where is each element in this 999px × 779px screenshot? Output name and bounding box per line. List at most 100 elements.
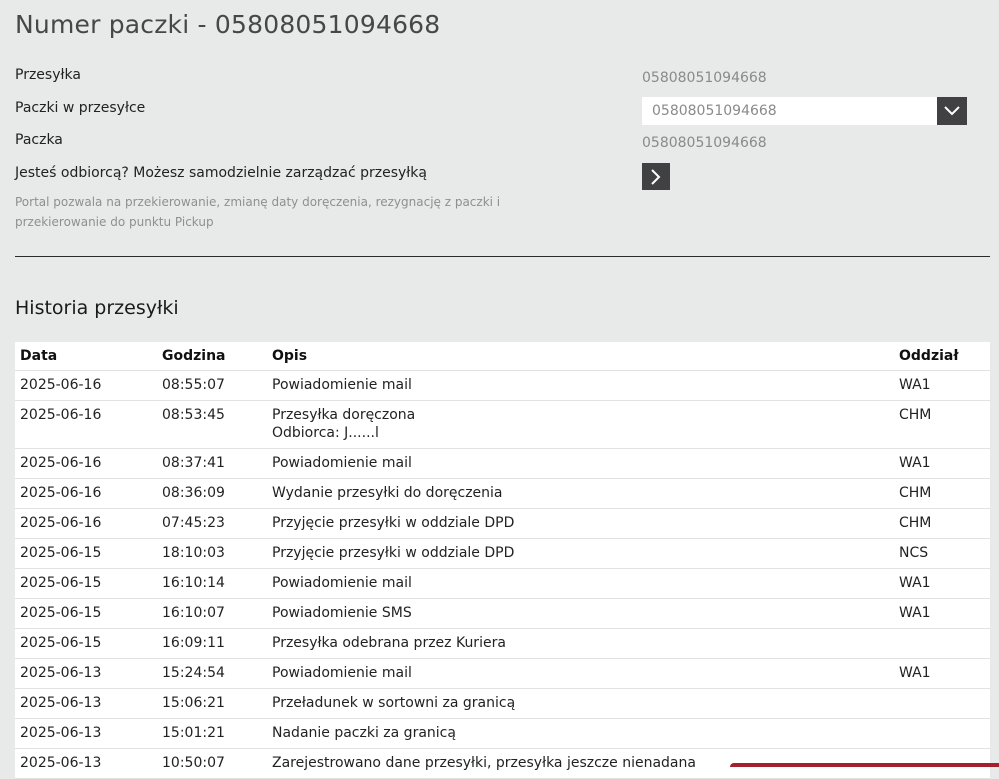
cell-desc-text: Powiadomienie mail <box>272 665 412 681</box>
cell-date: 2025-06-15 <box>15 538 157 569</box>
cell-time-text: 08:36:09 <box>162 485 225 501</box>
cell-branch-text: NCS <box>899 545 929 561</box>
cell-desc: Przesyłka odebrana przez Kuriera <box>267 628 894 659</box>
table-row: 2025-06-16 07:45:23 Przyjęcie przesyłki w … <box>15 508 990 539</box>
cell-date: 2025-06-13 <box>15 748 157 779</box>
cell-date-text: 2025-06-16 <box>20 455 102 471</box>
table-row: 2025-06-13 15:06:21 Przeładunek w sortowni… <box>15 688 990 719</box>
manage-shipment-button[interactable] <box>642 163 670 190</box>
column-header-desc: Opis <box>267 342 894 371</box>
divider <box>15 256 990 257</box>
cell-branch-text: WA1 <box>899 377 931 393</box>
cell-desc-text: Przyjęcie przesyłki w oddziale DPD <box>272 545 515 561</box>
cell-desc: Powiadomienie mail <box>267 658 894 689</box>
cell-date: 2025-06-15 <box>15 628 157 659</box>
cell-date-text: 2025-06-13 <box>20 755 102 771</box>
cell-desc: Powiadomienie SMS <box>267 598 894 629</box>
cell-date: 2025-06-16 <box>15 448 157 479</box>
cell-desc: Przeładunek w sortowni za granicą <box>267 688 894 719</box>
cell-date-text: 2025-06-13 <box>20 695 102 711</box>
cell-branch <box>894 718 990 749</box>
cell-time: 16:10:14 <box>157 568 267 599</box>
cell-date-text: 2025-06-16 <box>20 485 102 501</box>
cell-desc-recipient: Odbiorca: J......l <box>272 425 379 441</box>
parcels-select-toggle[interactable] <box>937 97 967 125</box>
cell-date-text: 2025-06-16 <box>20 407 102 423</box>
cell-desc-text: Powiadomienie mail <box>272 455 412 471</box>
cell-branch-text: CHM <box>899 485 932 501</box>
cell-branch: CHM <box>894 400 990 449</box>
cell-date-text: 2025-06-15 <box>20 575 102 591</box>
column-header-date: Data <box>15 342 157 371</box>
cell-desc-text: Powiadomienie mail <box>272 575 412 591</box>
cell-date-text: 2025-06-16 <box>20 515 102 531</box>
cell-branch-text: CHM <box>899 407 932 423</box>
cell-branch: WA1 <box>894 568 990 599</box>
cell-branch: CHM <box>894 508 990 539</box>
cell-desc-text: Powiadomienie SMS <box>272 605 412 621</box>
cell-time-text: 15:06:21 <box>162 695 225 711</box>
cell-desc: Powiadomienie mail <box>267 568 894 599</box>
cell-date: 2025-06-13 <box>15 688 157 719</box>
cell-time: 08:53:45 <box>157 400 267 449</box>
cell-time: 15:06:21 <box>157 688 267 719</box>
cell-date: 2025-06-15 <box>15 598 157 629</box>
recipient-label: Jesteś odbiorcą? Możesz samodzielnie zar… <box>15 165 427 181</box>
parcels-select-value: 05808051094668 <box>652 103 777 119</box>
cell-time-text: 16:10:14 <box>162 575 225 591</box>
cell-desc: Przyjęcie przesyłki w oddziale DPD <box>267 538 894 569</box>
cell-branch-text: WA1 <box>899 455 931 471</box>
cell-time: 16:09:11 <box>157 628 267 659</box>
table-row: 2025-06-15 16:10:07 Powiadomienie SMS WA1 <box>15 598 990 629</box>
table-row: 2025-06-15 18:10:03 Przyjęcie przesyłki w … <box>15 538 990 569</box>
cell-date-text: 2025-06-13 <box>20 725 102 741</box>
cell-desc-text: Przesyłka odebrana przez Kuriera <box>272 635 506 651</box>
table-row: 2025-06-16 08:36:09 Wydanie przesyłki do d… <box>15 478 990 509</box>
cell-date: 2025-06-16 <box>15 400 157 449</box>
cell-branch-text: WA1 <box>899 665 931 681</box>
cell-desc-text: Przyjęcie przesyłki w oddziale DPD <box>272 515 515 531</box>
cell-branch: CHM <box>894 478 990 509</box>
cell-time: 15:01:21 <box>157 718 267 749</box>
history-title: Historia przesyłki <box>15 297 179 319</box>
cell-desc: Wydanie przesyłki do doręczenia <box>267 478 894 509</box>
cell-desc-text: Przesyłka doręczona <box>272 407 416 423</box>
cell-time: 07:45:23 <box>157 508 267 539</box>
cell-time: 10:50:07 <box>157 748 267 779</box>
cell-date: 2025-06-13 <box>15 718 157 749</box>
cell-branch-text: CHM <box>899 515 932 531</box>
cell-date-text: 2025-06-15 <box>20 635 102 651</box>
cell-desc: Powiadomienie mail <box>267 370 894 401</box>
cell-date-text: 2025-06-13 <box>20 665 102 681</box>
cell-desc-text: Wydanie przesyłki do doręczenia <box>272 485 503 501</box>
cell-time: 08:55:07 <box>157 370 267 401</box>
cell-branch: WA1 <box>894 658 990 689</box>
cell-branch: WA1 <box>894 448 990 479</box>
cell-date-text: 2025-06-15 <box>20 545 102 561</box>
cell-date: 2025-06-13 <box>15 658 157 689</box>
shipment-label: Przesyłka <box>15 67 81 83</box>
chevron-down-icon <box>944 106 960 116</box>
cell-branch: NCS <box>894 538 990 569</box>
history-body: 2025-06-16 08:55:07 Powiadomienie mail WA1 2… <box>15 370 990 779</box>
parcel-value: 05808051094668 <box>642 135 767 151</box>
cell-desc-text: Przeładunek w sortowni za granicą <box>272 695 516 711</box>
bottom-accent-bar <box>730 763 999 767</box>
table-row: 2025-06-15 16:09:11 Przesyłka odebrana prz… <box>15 628 990 659</box>
column-header-branch: Oddział <box>894 342 990 371</box>
table-row: 2025-06-13 15:24:54 Powiadomienie mail WA1 <box>15 658 990 689</box>
cell-time-text: 10:50:07 <box>162 755 225 771</box>
cell-time: 15:24:54 <box>157 658 267 689</box>
table-row: 2025-06-16 08:55:07 Powiadomienie mail WA1 <box>15 370 990 401</box>
column-header-time: Godzina <box>157 342 267 371</box>
table-header-row: Data Godzina Opis Oddział <box>15 342 990 371</box>
parcels-label: Paczki w przesyłce <box>15 100 146 116</box>
parcels-select[interactable]: 05808051094668 <box>642 97 967 125</box>
cell-desc: Nadanie paczki za granicą <box>267 718 894 749</box>
cell-desc-text: Powiadomienie mail <box>272 377 412 393</box>
cell-time-text: 08:55:07 <box>162 377 225 393</box>
shipment-value: 05808051094668 <box>642 70 767 86</box>
cell-branch-text: WA1 <box>899 575 931 591</box>
cell-branch <box>894 628 990 659</box>
table-row: 2025-06-13 15:01:21 Nadanie paczki za gran… <box>15 718 990 749</box>
